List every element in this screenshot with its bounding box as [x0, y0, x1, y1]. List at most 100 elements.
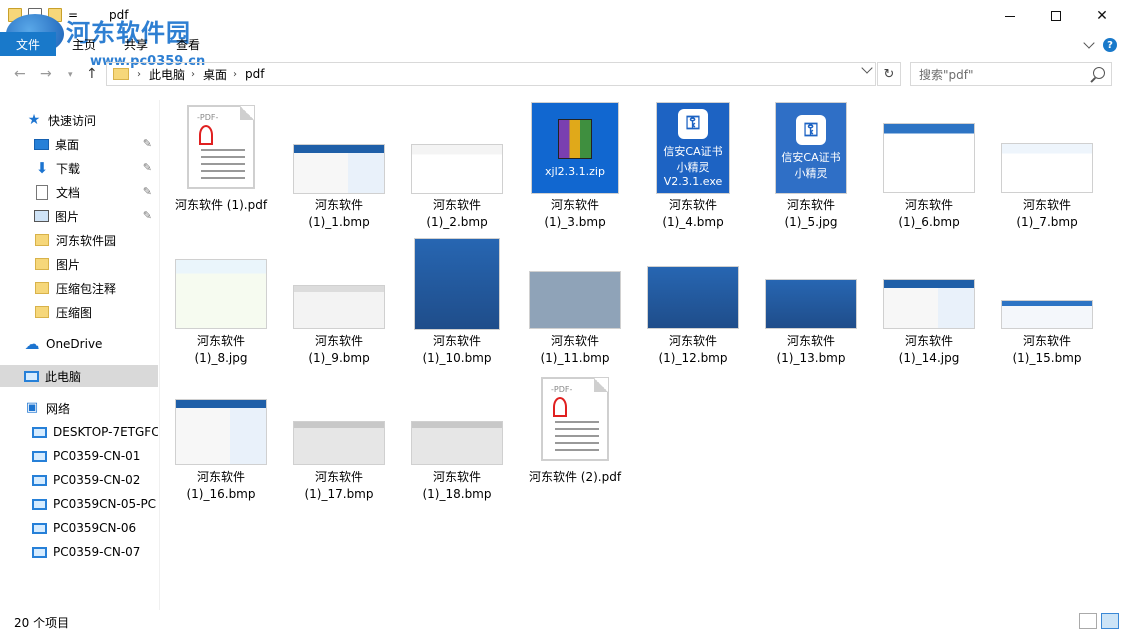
sidebar-item-archive-notes[interactable]: 压缩包注释 — [0, 277, 158, 299]
file-name-line1: 河东软件 — [550, 198, 599, 212]
file-item[interactable]: 河东软件 (1)_7.bmp — [992, 100, 1102, 230]
file-item[interactable]: 河东软件 (1)_10.bmp — [402, 236, 512, 366]
folder-icon — [35, 306, 49, 318]
file-item[interactable]: 河东软件 (1)_6.bmp — [874, 100, 984, 230]
image-thumbnail: ⚿ 信安CA证书 小精灵 — [776, 103, 846, 193]
pin-icon[interactable]: ✎ — [143, 161, 152, 174]
tab-view[interactable]: 查看 — [176, 36, 200, 53]
computer-icon — [32, 474, 47, 486]
up-arrow-icon[interactable]: ↑ — [86, 66, 98, 82]
file-item[interactable]: 河东软件 (1)_2.bmp — [402, 100, 512, 230]
tab-share[interactable]: 共享 — [124, 36, 148, 53]
pin-icon[interactable]: ✎ — [143, 209, 152, 222]
tab-file[interactable]: 文件 — [0, 32, 56, 56]
pin-icon[interactable]: ✎ — [143, 137, 152, 150]
file-name-line1: 河东软件 — [432, 470, 481, 484]
file-name-line2: (1)_6.bmp — [898, 215, 960, 229]
sidebar-item-downloads[interactable]: ⬇ 下载 ✎ — [0, 157, 158, 179]
thumbnail-caption: V2.3.1.exe — [663, 174, 723, 188]
file-item[interactable]: 河东软件 (1)_17.bmp — [284, 372, 394, 502]
file-item[interactable]: 河东软件 (1)_14.jpg — [874, 236, 984, 366]
recent-locations-icon[interactable]: ▾ — [68, 70, 73, 80]
file-item[interactable]: 河东软件 (1)_12.bmp — [638, 236, 748, 366]
back-arrow-icon[interactable]: ← — [14, 66, 26, 82]
maximize-button[interactable] — [1033, 0, 1079, 32]
folder-icon — [35, 282, 49, 294]
sidebar-item-hedong[interactable]: 河东软件园 — [0, 229, 158, 251]
file-item[interactable]: -PDF- 河东软件 (1).pdf — [166, 100, 276, 230]
chevron-right-icon[interactable]: › — [233, 69, 237, 80]
chevron-right-icon[interactable]: › — [137, 69, 141, 80]
sidebar-item-label: PC0359CN-06 — [53, 521, 137, 535]
help-icon[interactable]: ? — [1103, 38, 1117, 52]
file-name-line2: (1)_13.bmp — [776, 351, 846, 365]
sidebar-item-desktop[interactable]: 桌面 ✎ — [0, 133, 158, 155]
file-name-line1: 河东软件 — [904, 198, 953, 212]
file-name-line1: 河东软件 — [314, 334, 363, 348]
refresh-button[interactable]: ↻ — [877, 62, 901, 86]
file-item[interactable]: -PDF- 河东软件 (2).pdf — [520, 372, 630, 502]
file-name-line2: (1)_10.bmp — [422, 351, 492, 365]
image-thumbnail — [294, 422, 384, 464]
file-item[interactable]: 河东软件 (1)_8.jpg — [166, 236, 276, 366]
file-item[interactable]: ⚿ 信安CA证书 小精灵 V2.3.1.exe 河东软件 (1)_4.bmp — [638, 100, 748, 230]
sidebar-item-pictures[interactable]: 图片 ✎ — [0, 205, 158, 227]
sidebar-item-computer[interactable]: PC0359-CN-07 — [0, 541, 158, 563]
sidebar-item-label: PC0359-CN-07 — [53, 545, 141, 559]
file-item[interactable]: 河东软件 (1)_9.bmp — [284, 236, 394, 366]
address-bar[interactable]: › 此电脑 › 桌面 › pdf — [106, 62, 876, 86]
sidebar-item-quick-access[interactable]: ★ 快速访问 — [0, 109, 158, 131]
file-item[interactable]: xjl2.3.1.zip 河东软件 (1)_3.bmp — [520, 100, 630, 230]
sidebar-item-documents[interactable]: 文档 ✎ — [0, 181, 158, 203]
chevron-right-icon[interactable]: › — [191, 69, 195, 80]
sidebar-item-pictures-folder[interactable]: 图片 — [0, 253, 158, 275]
file-name: 河东软件 (2).pdf — [528, 470, 622, 484]
file-name-line2: (1)_1.bmp — [308, 215, 370, 229]
image-thumbnail — [884, 124, 974, 192]
large-icons-view-button[interactable] — [1101, 613, 1119, 629]
image-thumbnail — [412, 145, 502, 193]
file-item[interactable]: 河东软件 (1)_13.bmp — [756, 236, 866, 366]
file-name-line1: 河东软件 — [1022, 334, 1071, 348]
breadcrumb-pdf[interactable]: pdf — [245, 67, 264, 81]
forward-arrow-icon[interactable]: → — [40, 66, 52, 82]
search-input[interactable]: 搜索"pdf" — [910, 62, 1112, 86]
pdf-logo-icon — [199, 125, 213, 145]
close-button[interactable]: ✕ — [1079, 0, 1125, 32]
sidebar-item-label: 压缩图 — [56, 305, 93, 320]
tab-home[interactable]: 主页 — [72, 36, 96, 53]
sidebar-item-onedrive[interactable]: ☁ OneDrive — [0, 333, 158, 355]
folder-icon — [35, 258, 49, 270]
pin-icon[interactable]: ✎ — [143, 185, 152, 198]
sidebar-item-computer[interactable]: PC0359CN-06 — [0, 517, 158, 539]
navigation-row: ← → ▾ ↑ › 此电脑 › 桌面 › pdf ↻ 搜索"pdf" — [0, 61, 1125, 87]
address-dropdown-icon[interactable] — [861, 62, 873, 74]
sidebar-item-computer[interactable]: PC0359-CN-01 — [0, 445, 158, 467]
key-icon: ⚿ — [796, 115, 826, 145]
breadcrumb-desktop[interactable]: 桌面 — [203, 66, 227, 83]
sidebar-item-computer[interactable]: PC0359CN-05-PC — [0, 493, 158, 515]
sidebar-item-label: 桌面 — [55, 137, 80, 152]
image-thumbnail — [415, 239, 499, 329]
sidebar-item-this-pc[interactable]: 此电脑 — [0, 365, 158, 387]
file-item[interactable]: 河东软件 (1)_1.bmp — [284, 100, 394, 230]
file-name-line2: (1)_5.jpg — [784, 215, 838, 229]
file-item[interactable]: 河东软件 (1)_16.bmp — [166, 372, 276, 502]
file-view: -PDF- 河东软件 (1).pdf 河东软件 (1)_1.bmp 河东软件 (… — [166, 100, 1116, 605]
sidebar-item-computer[interactable]: DESKTOP-7ETGFC — [0, 421, 158, 443]
sidebar-item-computer[interactable]: PC0359-CN-02 — [0, 469, 158, 491]
sidebar-item-network[interactable]: ▣ 网络 — [0, 397, 158, 419]
file-item[interactable]: 河东软件 (1)_15.bmp — [992, 236, 1102, 366]
minimize-button[interactable] — [987, 0, 1033, 32]
file-name-line1: 河东软件 — [904, 334, 953, 348]
sidebar-item-label: PC0359CN-05-PC — [53, 497, 157, 511]
file-item[interactable]: 河东软件 (1)_11.bmp — [520, 236, 630, 366]
file-name-line2: (1)_11.bmp — [540, 351, 610, 365]
file-item[interactable]: 河东软件 (1)_18.bmp — [402, 372, 512, 502]
sidebar-item-compressed-images[interactable]: 压缩图 — [0, 301, 158, 323]
expand-ribbon-icon[interactable] — [1083, 37, 1095, 49]
file-item[interactable]: ⚿ 信安CA证书 小精灵 河东软件 (1)_5.jpg — [756, 100, 866, 230]
breadcrumb-this-pc[interactable]: 此电脑 — [149, 66, 185, 83]
image-thumbnail — [766, 280, 856, 328]
details-view-button[interactable] — [1079, 613, 1097, 629]
